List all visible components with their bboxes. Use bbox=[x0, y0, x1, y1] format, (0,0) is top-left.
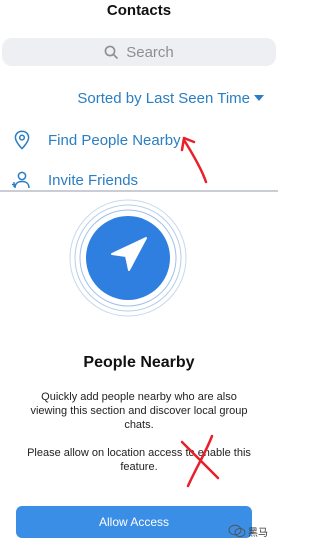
sheet-description: Quickly add people nearby who are also v… bbox=[30, 391, 248, 431]
sort-label: Sorted by Last Seen Time bbox=[77, 90, 250, 107]
search-placeholder: Search bbox=[126, 43, 174, 61]
caret-down-icon bbox=[254, 95, 264, 101]
location-pin-icon bbox=[12, 129, 32, 151]
navigation-arrow-icon bbox=[69, 199, 187, 317]
wechat-icon bbox=[228, 524, 246, 537]
sheet-title: People Nearby bbox=[83, 354, 195, 371]
watermark: 黑马 bbox=[228, 520, 278, 542]
add-person-icon bbox=[12, 169, 32, 191]
list-item-label: Find People Nearby bbox=[48, 131, 181, 149]
allow-access-button[interactable]: Allow Access bbox=[16, 506, 252, 538]
watermark-text: 黑马 bbox=[248, 527, 268, 539]
list-item-find-people-nearby[interactable]: Find People Nearby bbox=[0, 122, 278, 158]
sort-dropdown[interactable]: Sorted by Last Seen Time bbox=[0, 90, 264, 107]
page-title: Contacts bbox=[106, 2, 172, 19]
contacts-screen: Contacts Search Sorted by Last Seen Time… bbox=[0, 0, 278, 200]
permission-text: Please allow on location access to enabl… bbox=[27, 447, 251, 473]
search-input[interactable]: Search bbox=[2, 38, 276, 66]
search-icon bbox=[104, 45, 119, 59]
people-nearby-sheet: People Nearby Quickly add people nearby … bbox=[0, 190, 278, 546]
list-item-label: Invite Friends bbox=[48, 171, 139, 189]
